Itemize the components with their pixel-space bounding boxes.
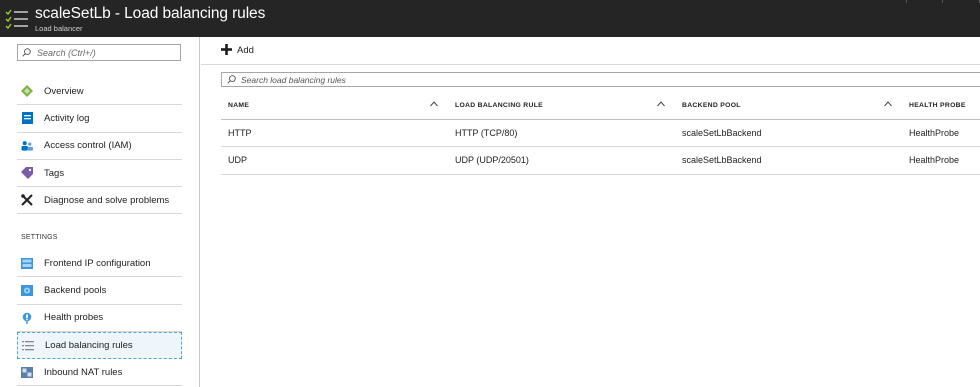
column-header-backend-pool[interactable]: BACKEND POOL: [675, 92, 902, 119]
column-header-name[interactable]: NAME: [221, 92, 448, 119]
cell-health-probe: HealthProbe: [909, 155, 960, 166]
search-icon: [227, 71, 236, 89]
add-button-label: Add: [237, 45, 254, 56]
settings-nav: Frontend IP configuration Backend pools …: [17, 250, 182, 387]
column-header-label: HEALTH PROBE: [909, 101, 966, 109]
general-nav: Overview Activity log Access control (IA…: [17, 78, 182, 215]
overview-diamond-icon: [21, 85, 33, 98]
list-checks-icon: [5, 8, 29, 30]
nat-rules-icon: [21, 366, 33, 378]
sidebar-item-label: Backend pools: [44, 284, 107, 296]
health-probe-icon: [21, 312, 33, 324]
wrench-icon: [21, 194, 33, 207]
sidebar-item-label: Frontend IP configuration: [44, 257, 151, 269]
column-header-health-probe[interactable]: HEALTH PROBE: [902, 92, 980, 119]
cell-health-probe: HealthProbe: [909, 127, 960, 138]
settings-section-label: SETTINGS: [21, 234, 58, 241]
cell-rule: HTTP (TCP/80): [455, 127, 518, 138]
column-header-label: LOAD BALANCING RULE: [455, 101, 544, 109]
menu-search-box[interactable]: [17, 44, 181, 61]
add-button[interactable]: Add: [221, 44, 254, 57]
page-subtitle: Load balancer: [35, 24, 83, 33]
blade-header: scaleSetLb - Load balancing rules Load b…: [0, 0, 980, 37]
sidebar-item-label: Load balancing rules: [45, 340, 133, 352]
command-bar: Add: [201, 37, 980, 65]
table-row[interactable]: UDP UDP (UDP/20501) scaleSetLbBackend He…: [221, 147, 980, 175]
sidebar-item-label: Access control (IAM): [44, 140, 132, 152]
table-row[interactable]: HTTP HTTP (TCP/80) scaleSetLbBackend Hea…: [221, 120, 980, 147]
cell-backend-pool: scaleSetLbBackend: [682, 155, 762, 166]
sidebar-item-label: Inbound NAT rules: [44, 366, 123, 378]
tag-icon: [21, 167, 33, 180]
sidebar-item-inbound-nat-rules[interactable]: Inbound NAT rules: [17, 359, 182, 387]
cell-name: HTTP: [228, 127, 252, 138]
cell-backend-pool: scaleSetLbBackend: [682, 127, 762, 138]
content-area: Add NAME LOAD BALANCING RULE BACKEND POO…: [201, 37, 980, 387]
menu-search-input[interactable]: [37, 47, 167, 58]
page-title: scaleSetLb - Load balancing rules: [35, 5, 266, 22]
activity-log-icon: [21, 112, 33, 125]
frontend-ip-icon: [21, 257, 33, 269]
sidebar-item-tags[interactable]: Tags: [17, 160, 182, 188]
sidebar-item-load-balancing-rules[interactable]: Load balancing rules: [17, 331, 182, 360]
filter-input[interactable]: [241, 74, 841, 85]
cell-rule: UDP (UDP/20501): [455, 155, 529, 166]
sidebar-item-label: Health probes: [44, 312, 104, 324]
sidebar-item-activity-log[interactable]: Activity log: [17, 105, 182, 133]
sidebar-item-diagnose[interactable]: Diagnose and solve problems: [17, 187, 182, 215]
sidebar-item-label: Activity log: [44, 112, 90, 124]
sidebar-item-overview[interactable]: Overview: [17, 78, 182, 106]
filter-box[interactable]: [221, 72, 980, 87]
sidebar-item-label: Overview: [44, 85, 84, 97]
plus-icon: [221, 44, 232, 57]
cell-name: UDP: [228, 155, 248, 166]
backend-pool-icon: [21, 284, 33, 296]
people-icon: [21, 140, 33, 152]
sidebar-item-label: Tags: [44, 167, 65, 179]
window-controls: [870, 0, 980, 3]
sidebar-item-access-control[interactable]: Access control (IAM): [17, 133, 182, 160]
sidebar-item-health-probes[interactable]: Health probes: [17, 305, 182, 332]
column-header-label: NAME: [228, 101, 250, 109]
sort-up-icon[interactable]: [657, 101, 665, 107]
sidebar-item-frontend-ip[interactable]: Frontend IP configuration: [17, 250, 182, 278]
table-header-row: NAME LOAD BALANCING RULE BACKEND POOL HE…: [221, 92, 980, 120]
search-icon: [22, 44, 31, 62]
sort-up-icon[interactable]: [884, 101, 892, 107]
sort-up-icon[interactable]: [430, 101, 438, 107]
list-icon: [22, 340, 34, 352]
resource-menu: Overview Activity log Access control (IA…: [0, 37, 200, 387]
column-header-label: BACKEND POOL: [682, 101, 741, 109]
column-header-rule[interactable]: LOAD BALANCING RULE: [448, 92, 675, 119]
sidebar-item-backend-pools[interactable]: Backend pools: [17, 277, 182, 305]
sidebar-item-label: Diagnose and solve problems: [44, 194, 170, 206]
rules-table: NAME LOAD BALANCING RULE BACKEND POOL HE…: [221, 92, 980, 175]
